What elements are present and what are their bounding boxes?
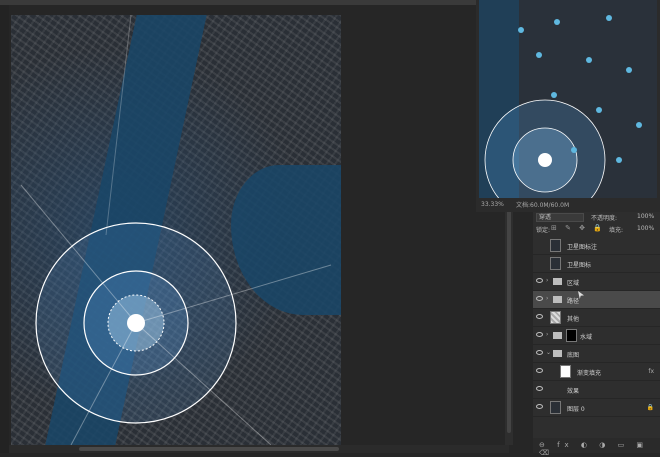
lock-options-icon[interactable]: ⊞ ✎ ✥ 🔒: [551, 224, 605, 232]
layer-name: 效果: [567, 388, 580, 395]
visibility-eye-icon[interactable]: [536, 350, 543, 355]
layer-group-row[interactable]: ⌄ 底图: [533, 345, 660, 363]
layer-thumbnail: [550, 401, 561, 414]
layer-thumbnail: [550, 257, 561, 270]
visibility-eye-icon[interactable]: [536, 386, 543, 391]
layer-name: 其他: [567, 316, 580, 323]
visibility-eye-icon[interactable]: [536, 278, 543, 283]
layer-name: 水域: [580, 334, 593, 341]
layer-actions-icon[interactable]: ⊖ fx ◐ ◑ ▭ ▣ ⌫: [539, 441, 660, 457]
layer-thumbnail: [550, 239, 561, 252]
chevron-right-icon[interactable]: ›: [546, 331, 548, 338]
navigator-map: [479, 0, 657, 198]
layer-name: 卫星图标: [567, 262, 592, 269]
folder-icon: [553, 350, 562, 357]
layers-panel: 穿透 不透明度: 100% 锁定: ⊞ ✎ ✥ 🔒 填充: 100% 卫星图标注…: [533, 212, 660, 457]
visibility-eye-icon[interactable]: [536, 296, 543, 301]
layers-footer: ⊖ fx ◐ ◑ ▭ ▣ ⌫: [533, 438, 660, 457]
document-canvas[interactable]: [11, 15, 341, 445]
lock-label: 锁定:: [536, 227, 551, 234]
opacity-label: 不透明度:: [591, 215, 618, 222]
layer-name: 路径: [567, 298, 580, 305]
layer-list: 卫星图标注 卫星图标 › 区域 › 路径 其他 › 水域 ⌄ 底图 渐变填充 f…: [533, 237, 660, 417]
visibility-eye-icon[interactable]: [536, 260, 543, 265]
blend-row: 穿透 不透明度: 100%: [533, 212, 660, 223]
navigator-panel: 33.33% 文档:60.0M/60.0M: [476, 0, 660, 212]
layer-name: 底图: [567, 352, 580, 359]
highlight-rings: [20, 15, 332, 445]
chevron-right-icon[interactable]: ›: [546, 277, 548, 284]
chevron-down-icon[interactable]: ⌄: [546, 349, 551, 356]
layer-thumbnail: [560, 365, 571, 378]
layer-thumbnail: [550, 311, 561, 324]
fill-label: 填充:: [609, 227, 624, 234]
layer-group-row[interactable]: › 路径: [533, 291, 660, 309]
layer-row[interactable]: 图层 0 🔒: [533, 399, 660, 417]
folder-icon: [553, 278, 562, 285]
blend-mode-select[interactable]: 穿透: [536, 213, 584, 222]
folder-icon: [553, 296, 562, 303]
visibility-eye-icon[interactable]: [536, 404, 543, 409]
fill-input[interactable]: 100%: [637, 225, 654, 232]
layer-mask-thumbnail[interactable]: [566, 329, 577, 342]
opacity-input[interactable]: 100%: [637, 213, 654, 220]
visibility-eye-icon[interactable]: [536, 332, 543, 337]
lock-row: 锁定: ⊞ ✎ ✥ 🔒 填充: 100%: [533, 224, 660, 235]
layer-name: 图层 0: [567, 406, 585, 413]
fx-icon[interactable]: fx: [648, 368, 654, 375]
chevron-right-icon[interactable]: ›: [546, 295, 548, 302]
layer-row[interactable]: 渐变填充 fx: [533, 363, 660, 381]
canvas-area[interactable]: [9, 5, 507, 445]
layer-name: 卫星图标注: [567, 244, 598, 251]
layer-row[interactable]: 其他: [533, 309, 660, 327]
navigator-preview[interactable]: [479, 0, 657, 198]
zoom-level[interactable]: 33.33%: [481, 201, 504, 208]
layer-group-row[interactable]: › 区域: [533, 273, 660, 291]
layer-name: 区域: [567, 280, 580, 287]
layer-effect-row[interactable]: 效果: [533, 381, 660, 399]
folder-icon: [553, 332, 562, 339]
visibility-eye-icon[interactable]: [536, 242, 543, 247]
document-info: 文档:60.0M/60.0M: [516, 202, 570, 209]
layer-row[interactable]: 卫星图标: [533, 255, 660, 273]
layer-group-row[interactable]: › 水域: [533, 327, 660, 345]
horizontal-scrollbar[interactable]: [9, 445, 509, 453]
scrollbar-thumb[interactable]: [79, 447, 339, 451]
visibility-eye-icon[interactable]: [536, 314, 543, 319]
layer-name: 渐变填充: [577, 370, 602, 377]
lock-icon: 🔒: [646, 404, 654, 411]
visibility-eye-icon[interactable]: [536, 368, 543, 373]
navigator-footer: 33.33% 文档:60.0M/60.0M: [476, 198, 660, 212]
toolbar-strip: [0, 5, 9, 453]
layer-row[interactable]: 卫星图标注: [533, 237, 660, 255]
